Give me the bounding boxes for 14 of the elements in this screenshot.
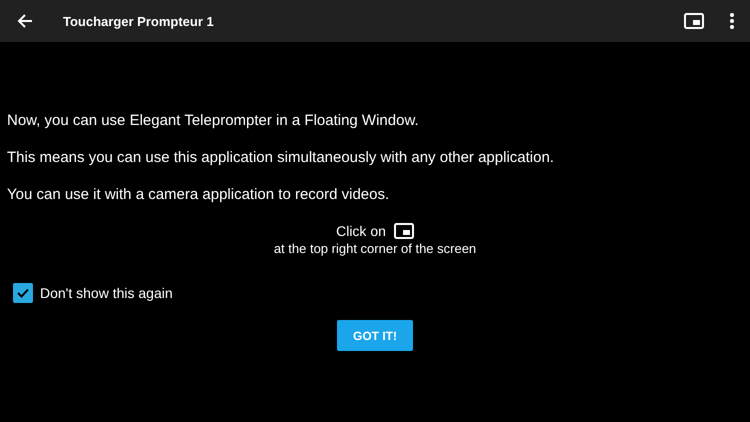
message-text: Now, you can use Elegant Teleprompter in a Floating Window. bbox=[7, 112, 420, 130]
message-text: You can use it with a camera application to record videos. bbox=[7, 186, 390, 204]
instruction-text: Click on bbox=[336, 223, 386, 239]
got-it-button[interactable]: GOT IT! bbox=[337, 320, 413, 351]
checkmark-icon bbox=[16, 286, 30, 300]
instruction-text: at the top right corner of the screen bbox=[274, 241, 476, 256]
more-options-icon[interactable] bbox=[730, 13, 734, 29]
back-arrow-icon[interactable] bbox=[17, 13, 33, 29]
floating-window-icon bbox=[394, 223, 414, 239]
checkbox-label: Don't show this again bbox=[40, 285, 173, 301]
app-title: Toucharger Prompteur 1 bbox=[63, 14, 214, 28]
checkbox[interactable] bbox=[13, 283, 33, 303]
floating-window-icon[interactable] bbox=[684, 13, 704, 29]
message-text: This means you can use this application simultaneously with any other application. bbox=[7, 149, 555, 167]
